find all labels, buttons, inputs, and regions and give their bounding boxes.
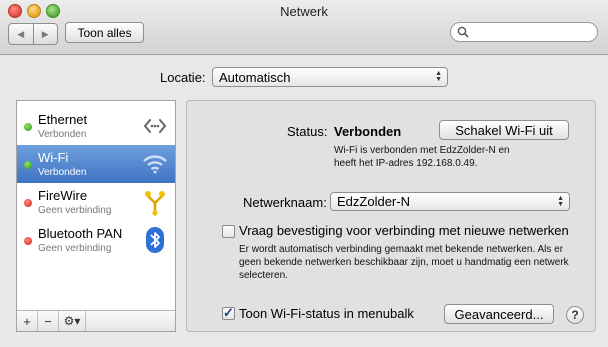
service-name: Wi-Fi: [38, 150, 69, 165]
status-description-line-2: heeft het IP-adres 192.168.0.49.: [334, 158, 478, 169]
service-status: Verbonden: [38, 129, 87, 140]
service-name: Ethernet: [38, 112, 88, 127]
network-name-select[interactable]: EdzZolder-N ▲ ▼: [330, 192, 570, 211]
service-item-wifi[interactable]: Wi-Fi Verbonden: [17, 145, 175, 183]
service-item-firewire[interactable]: FireWire Geen verbinding: [17, 183, 175, 221]
firewire-icon: [145, 191, 165, 216]
status-value: Verbonden: [334, 124, 402, 139]
status-dot-red: [24, 199, 32, 207]
select-arrows-icon: ▲ ▼: [557, 195, 564, 208]
service-status: Verbonden: [38, 167, 87, 178]
network-name-label: Netwerknaam:: [243, 195, 327, 210]
gear-menu-button[interactable]: ⚙▾: [59, 311, 86, 331]
bluetooth-icon: [146, 227, 164, 253]
ask-join-description-line-3: selecteren.: [239, 270, 288, 281]
help-button[interactable]: ?: [566, 306, 584, 324]
show-wifi-status-label[interactable]: Toon Wi-Fi-status in menubalk: [239, 306, 414, 321]
search-field[interactable]: [450, 22, 598, 42]
service-list-controls: + − ⚙▾: [17, 310, 175, 331]
window-toolbar: Netwerk ◀ ▶ Toon alles: [0, 0, 608, 55]
status-description-line-1: Wi-Fi is verbonden met EdzZolder-N en: [334, 145, 510, 156]
select-arrows-icon: ▲ ▼: [435, 70, 442, 83]
window-title: Netwerk: [280, 4, 328, 19]
service-list: Ethernet Verbonden Wi-Fi Verbonden FireW…: [16, 100, 176, 332]
service-status: Geen verbinding: [38, 243, 112, 254]
wifi-icon: [143, 155, 167, 174]
back-arrow-icon[interactable]: ◀: [9, 24, 34, 44]
remove-service-button[interactable]: −: [38, 311, 59, 331]
service-name: Bluetooth PAN: [38, 226, 123, 241]
show-wifi-status-checkbox[interactable]: [222, 305, 235, 321]
advanced-button[interactable]: Geavanceerd...: [444, 304, 554, 324]
location-label: Locatie:: [160, 70, 206, 85]
ethernet-icon: [144, 119, 166, 133]
network-name-value: EdzZolder-N: [337, 194, 410, 209]
service-item-bluetooth-pan[interactable]: Bluetooth PAN Geen verbinding: [17, 221, 175, 259]
add-service-button[interactable]: +: [17, 311, 38, 331]
ask-join-label[interactable]: Vraag bevestiging voor verbinding met ni…: [239, 223, 569, 238]
service-name: FireWire: [38, 188, 88, 203]
status-dot-green: [24, 123, 32, 131]
service-item-ethernet[interactable]: Ethernet Verbonden: [17, 107, 175, 145]
ask-join-checkbox[interactable]: [222, 225, 235, 238]
wifi-off-button[interactable]: Schakel Wi-Fi uit: [439, 120, 569, 140]
show-all-button[interactable]: Toon alles: [65, 22, 144, 43]
ask-join-description-line-2: geen bekende netwerken beschikbaar zijn,…: [239, 257, 569, 268]
location-value: Automatisch: [219, 69, 291, 85]
detail-panel: Status: Verbonden Schakel Wi-Fi uit Wi-F…: [186, 100, 596, 332]
forward-arrow-icon[interactable]: ▶: [34, 24, 58, 44]
ask-join-description-line-1: Er wordt automatisch verbinding gemaakt …: [239, 244, 564, 255]
status-dot-red: [24, 237, 32, 245]
status-label: Status:: [287, 124, 328, 139]
service-status: Geen verbinding: [38, 205, 112, 216]
location-select[interactable]: Automatisch ▲ ▼: [212, 67, 448, 87]
back-forward-control: ◀ ▶: [8, 23, 58, 45]
search-icon: [457, 26, 469, 38]
status-dot-green: [24, 161, 32, 169]
